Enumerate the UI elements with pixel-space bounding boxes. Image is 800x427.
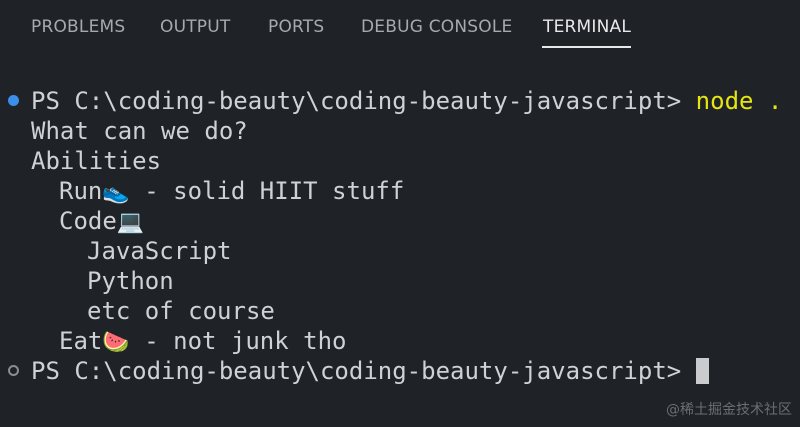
output-line: Run👟 - solid HIIT stuff	[59, 176, 404, 206]
prompt-line-2[interactable]: PS C:\coding-beauty\coding-beauty-javasc…	[31, 356, 709, 386]
terminal-cursor	[695, 358, 709, 384]
output-text: - solid HIIT stuff	[129, 177, 405, 205]
output-line: JavaScript	[87, 237, 232, 265]
panel-tabs: PROBLEMS OUTPUT PORTS DEBUG CONSOLE TERM…	[0, 0, 800, 56]
prompt-text: PS C:\coding-beauty\coding-beauty-javasc…	[31, 87, 696, 115]
output-line: Abilities	[31, 147, 162, 175]
prompt-line-1: PS C:\coding-beauty\coding-beauty-javasc…	[31, 86, 782, 116]
tab-ports[interactable]: PORTS	[268, 17, 324, 37]
output-text: Code	[59, 207, 117, 235]
tab-output[interactable]: OUTPUT	[160, 17, 231, 37]
output-text: - not junk tho	[129, 327, 347, 355]
output-line: Code💻	[59, 206, 144, 236]
command-success-icon[interactable]	[8, 95, 19, 106]
watermelon-icon: 🍉	[102, 330, 130, 355]
active-tab-indicator	[542, 46, 631, 48]
output-line: etc of course	[87, 297, 275, 325]
output-line: What can we do?	[31, 117, 248, 145]
sneaker-icon: 👟	[102, 180, 130, 205]
command-pending-icon[interactable]	[8, 365, 19, 376]
tab-problems[interactable]: PROBLEMS	[31, 17, 125, 37]
output-line: Python	[87, 267, 174, 295]
tab-terminal[interactable]: TERMINAL	[543, 17, 631, 37]
laptop-icon: 💻	[116, 210, 145, 235]
tab-debug-console[interactable]: DEBUG CONSOLE	[361, 17, 512, 37]
output-text: Run	[59, 177, 103, 205]
command-text: node .	[695, 87, 783, 115]
terminal-output[interactable]: PS C:\coding-beauty\coding-beauty-javasc…	[0, 80, 800, 385]
output-line: Eat🍉 - not junk tho	[59, 326, 347, 356]
output-text: Eat	[59, 327, 103, 355]
watermark: @稀土掘金技术社区	[666, 402, 792, 418]
prompt-text: PS C:\coding-beauty\coding-beauty-javasc…	[31, 357, 696, 385]
